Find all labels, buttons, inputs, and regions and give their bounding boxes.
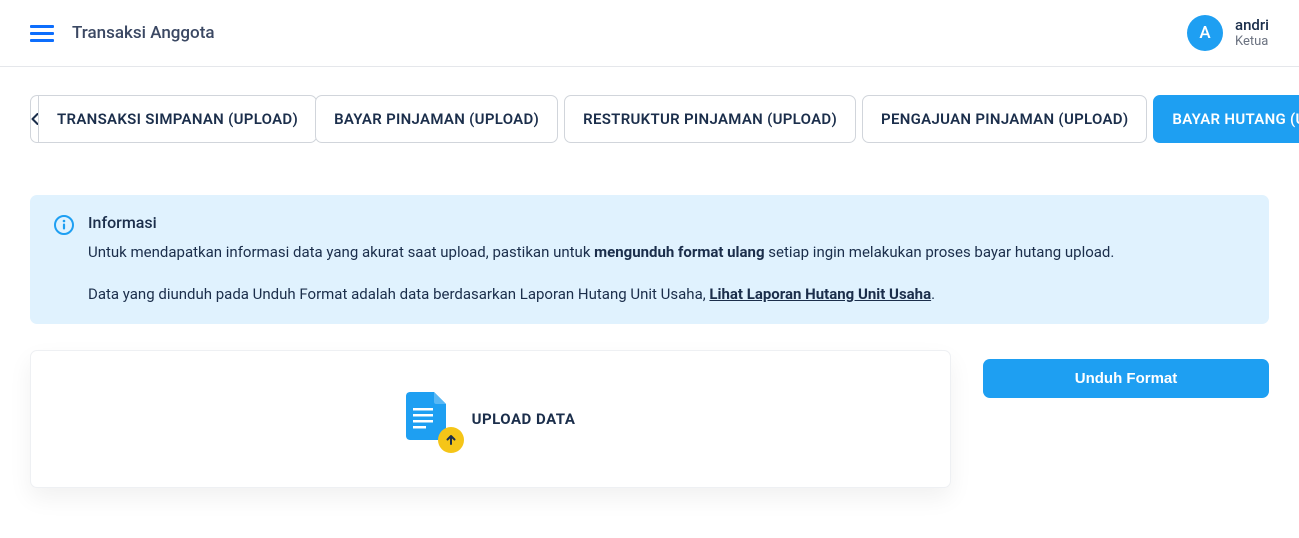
upload-file-icon xyxy=(406,392,454,446)
info-p1-after: setiap ingin melakukan proses bayar huta… xyxy=(765,243,1115,261)
user-name: andri xyxy=(1235,16,1269,34)
tab-bayar-hutang[interactable]: BAYAR HUTANG (UPLOAD) xyxy=(1153,95,1299,143)
menu-toggle-icon[interactable] xyxy=(30,25,54,42)
tab-transaksi-simpanan[interactable]: TRANSAKSI SIMPANAN (UPLOAD) xyxy=(38,95,317,143)
main-content: TRANSAKSI SIMPANAN (UPLOAD) BAYAR PINJAM… xyxy=(0,67,1299,516)
info-title: Informasi xyxy=(88,213,1245,232)
upload-data-card[interactable]: UPLOAD DATA xyxy=(30,350,951,488)
upload-arrow-icon xyxy=(438,427,464,453)
info-content: Informasi Untuk mendapatkan informasi da… xyxy=(88,213,1245,306)
info-text: Untuk mendapatkan informasi data yang ak… xyxy=(88,240,1245,306)
info-icon xyxy=(54,215,74,235)
page-title: Transaksi Anggota xyxy=(72,23,215,43)
avatar: A xyxy=(1187,15,1223,51)
lihat-laporan-link[interactable]: Lihat Laporan Hutang Unit Usaha xyxy=(709,285,931,303)
user-role: Ketua xyxy=(1235,34,1269,50)
bottom-section: UPLOAD DATA Unduh Format xyxy=(30,350,1269,488)
tab-bayar-pinjaman[interactable]: BAYAR PINJAMAN (UPLOAD) xyxy=(315,95,558,143)
info-p1-before: Untuk mendapatkan informasi data yang ak… xyxy=(88,243,594,261)
top-header: Transaksi Anggota A andri Ketua xyxy=(0,0,1299,67)
upload-label: UPLOAD DATA xyxy=(472,410,576,428)
tab-pengajuan-pinjaman[interactable]: PENGAJUAN PINJAMAN (UPLOAD) xyxy=(862,95,1147,143)
user-menu[interactable]: A andri Ketua xyxy=(1187,15,1269,51)
tab-restruktur-pinjaman[interactable]: RESTRUKTUR PINJAMAN (UPLOAD) xyxy=(564,95,856,143)
info-p2-after: . xyxy=(931,285,935,303)
info-p2-before: Data yang diunduh pada Unduh Format adal… xyxy=(88,285,709,303)
info-alert: Informasi Untuk mendapatkan informasi da… xyxy=(30,195,1269,324)
info-p1-bold: mengunduh format ulang xyxy=(594,243,764,261)
header-left: Transaksi Anggota xyxy=(30,23,215,43)
user-info: andri Ketua xyxy=(1235,16,1269,50)
unduh-format-button[interactable]: Unduh Format xyxy=(983,359,1269,398)
tab-bar: TRANSAKSI SIMPANAN (UPLOAD) BAYAR PINJAM… xyxy=(30,95,1269,143)
